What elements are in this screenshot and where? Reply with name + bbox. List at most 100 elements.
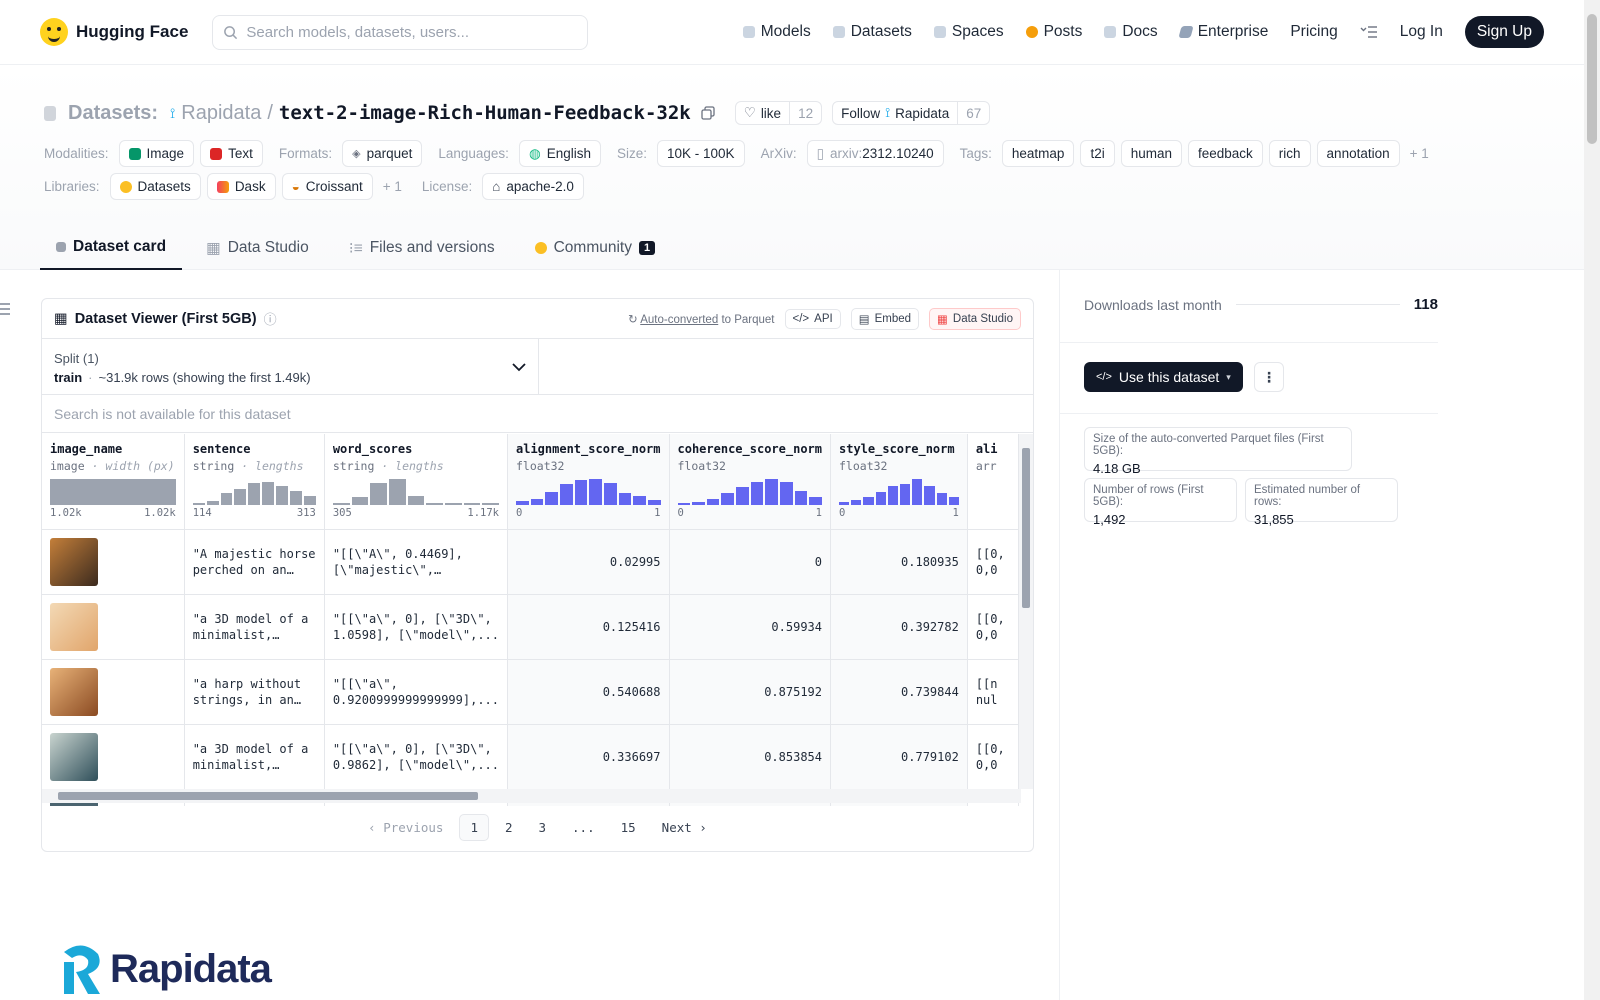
- histogram-bar[interactable]: [839, 502, 850, 505]
- histogram-bar[interactable]: [206, 501, 219, 505]
- search-input[interactable]: [246, 23, 567, 41]
- column-header-image-name[interactable]: image_name image · width (px) 1.02k 1.02k: [42, 434, 185, 530]
- column-histogram[interactable]: [839, 479, 959, 505]
- vertical-scrollbar[interactable]: [1019, 434, 1033, 789]
- nav-posts[interactable]: Posts: [1025, 23, 1082, 41]
- style-score-cell[interactable]: 0.392782: [830, 594, 968, 660]
- column-histogram[interactable]: [332, 479, 500, 505]
- image-thumbnail[interactable]: [50, 602, 98, 651]
- column-histogram[interactable]: [516, 479, 661, 505]
- copy-icon[interactable]: [701, 106, 715, 120]
- modality-text-tag[interactable]: Text: [200, 140, 263, 167]
- nav-datasets[interactable]: Datasets: [832, 23, 912, 41]
- image-thumbnail[interactable]: [50, 732, 98, 781]
- nav-docs[interactable]: Docs: [1104, 23, 1158, 41]
- tag-human[interactable]: human: [1120, 140, 1182, 167]
- coherence-score-cell[interactable]: 0: [669, 529, 831, 595]
- sentence-cell[interactable]: "a 3D model of a minimalist, abstract sc…: [184, 724, 325, 790]
- histogram-bar[interactable]: [887, 485, 898, 505]
- histogram-bar[interactable]: [618, 493, 632, 505]
- tab-dataset-card[interactable]: Dataset card: [40, 226, 183, 270]
- format-parquet-tag[interactable]: ◈ parquet: [342, 140, 423, 167]
- word-scores-cell[interactable]: "[[\"a\", 0], [\"3D\", 1.0598], [\"model…: [324, 594, 509, 660]
- alignment-heatmap-cell[interactable]: [[0, 0,0: [967, 724, 1019, 790]
- sentence-cell[interactable]: "a harp without strings, in an anime sty…: [184, 659, 325, 725]
- histogram-bar[interactable]: [603, 482, 617, 505]
- histogram-bar[interactable]: [220, 493, 233, 505]
- page-button-1[interactable]: 1: [459, 813, 489, 841]
- license-tag[interactable]: ⌂ apache-2.0: [482, 173, 584, 200]
- column-histogram[interactable]: [50, 479, 176, 505]
- alignment-score-cell[interactable]: 0.02995: [507, 529, 670, 595]
- sentence-cell[interactable]: "a 3D model of a minimalist, abstract sc…: [184, 594, 325, 660]
- tag-t2i[interactable]: t2i: [1080, 140, 1115, 167]
- histogram-bar[interactable]: [351, 497, 369, 505]
- api-button[interactable]: </> API: [784, 308, 841, 329]
- style-score-cell[interactable]: 0.779102: [830, 724, 968, 790]
- more-options-button[interactable]: ⋮: [1254, 362, 1284, 392]
- histogram-bar[interactable]: [407, 495, 425, 505]
- horizontal-scrollbar[interactable]: [42, 789, 1021, 803]
- histogram-bar[interactable]: [633, 495, 646, 505]
- sentence-cell[interactable]: "A majestic horse perched on an ornate s…: [184, 529, 325, 595]
- histogram-bar[interactable]: [574, 480, 588, 505]
- login-link[interactable]: Log In: [1400, 23, 1443, 41]
- alignment-score-cell[interactable]: 0.336697: [507, 724, 670, 790]
- table-row[interactable]: "a 3D model of a minimalist, abstract sc…: [42, 724, 1019, 790]
- histogram-bar[interactable]: [290, 490, 302, 505]
- histogram-bar[interactable]: [750, 481, 764, 505]
- page-scroll-thumb[interactable]: [1587, 14, 1597, 144]
- search-box[interactable]: [212, 14, 589, 50]
- histogram-bar[interactable]: [875, 492, 886, 505]
- style-score-cell[interactable]: 0.739844: [830, 659, 968, 725]
- tab-files-and-versions[interactable]: ⁝≡ Files and versions: [333, 226, 511, 270]
- dataset-name[interactable]: text-2-image-Rich-Human-Feedback-32k: [279, 102, 691, 124]
- embed-button[interactable]: ▤ Embed: [850, 307, 920, 330]
- nav-more-menu[interactable]: [1360, 25, 1378, 39]
- histogram-bar[interactable]: [924, 485, 935, 505]
- next-page-button[interactable]: Next ›: [652, 815, 717, 840]
- histogram-bar[interactable]: [463, 503, 481, 505]
- histogram-bar[interactable]: [516, 501, 529, 505]
- page-button-2[interactable]: 2: [495, 815, 523, 840]
- histogram-bar[interactable]: [530, 498, 544, 505]
- alignment-heatmap-cell[interactable]: [[n nul: [967, 659, 1019, 725]
- info-icon[interactable]: ⓘ: [264, 309, 277, 328]
- histogram-bar[interactable]: [559, 484, 573, 505]
- histogram-bar[interactable]: [545, 492, 558, 505]
- column-header-style-score-norm[interactable]: style_score_norm float32 0 1: [830, 434, 968, 530]
- image-cell[interactable]: [42, 529, 185, 595]
- image-cell[interactable]: [42, 659, 185, 725]
- page-button-3[interactable]: 3: [529, 815, 557, 840]
- histogram-bar[interactable]: [936, 493, 947, 505]
- column-header-alignment-score-norm[interactable]: alignment_score_norm float32 0 1: [507, 434, 670, 530]
- arxiv-tag[interactable]: ▯ arxiv: 2312.10240: [806, 140, 944, 167]
- word-scores-cell[interactable]: "[[\"A\", 0.4469], [\"majestic\", 0.4469…: [324, 529, 509, 595]
- coherence-score-cell[interactable]: 0.59934: [669, 594, 831, 660]
- like-button[interactable]: ♡ like 12: [734, 101, 823, 125]
- style-score-cell[interactable]: 0.180935: [830, 529, 968, 595]
- page-scrollbar[interactable]: [1584, 0, 1600, 1000]
- follow-button[interactable]: Follow ⟟ Rapidata 67: [832, 101, 991, 125]
- size-tag[interactable]: 10K - 100K: [657, 140, 745, 167]
- histogram-bar[interactable]: [426, 503, 443, 505]
- histogram-bar[interactable]: [482, 503, 500, 505]
- histogram-bar[interactable]: [677, 503, 691, 505]
- tags-more[interactable]: + 1: [1410, 146, 1429, 161]
- signup-button[interactable]: Sign Up: [1464, 16, 1544, 48]
- column-histogram[interactable]: [677, 479, 823, 505]
- nav-enterprise[interactable]: Enterprise: [1178, 23, 1268, 41]
- vertical-scroll-thumb[interactable]: [1022, 448, 1030, 608]
- horizontal-scroll-thumb[interactable]: [58, 792, 478, 800]
- nav-pricing[interactable]: Pricing: [1290, 23, 1337, 41]
- tag-annotation[interactable]: annotation: [1316, 140, 1400, 167]
- image-cell[interactable]: [42, 594, 185, 660]
- tag-rich[interactable]: rich: [1268, 140, 1311, 167]
- histogram-bar[interactable]: [794, 490, 808, 505]
- histogram-bar[interactable]: [388, 479, 406, 505]
- histogram-bar[interactable]: [303, 495, 316, 505]
- use-dataset-button[interactable]: </> Use this dataset ▾: [1084, 362, 1243, 392]
- histogram-bar[interactable]: [370, 482, 387, 505]
- alignment-heatmap-cell[interactable]: [[0, 0,0: [967, 529, 1019, 595]
- toc-toggle-icon[interactable]: [0, 303, 10, 315]
